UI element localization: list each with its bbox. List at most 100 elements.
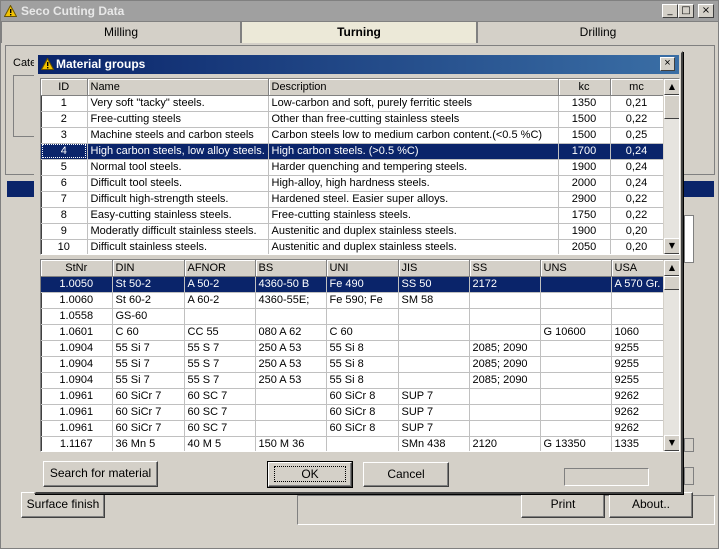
group-cell: 0,21 bbox=[610, 95, 664, 112]
material-cell: 55 Si 7 bbox=[112, 356, 185, 373]
minimize-button[interactable]: _ bbox=[662, 4, 678, 18]
material-row[interactable]: 1.0904 55 Si 7 55 S 7 250 A 53 55 Si 8 2085; … bbox=[41, 372, 664, 389]
about-button[interactable]: About.. bbox=[609, 492, 693, 518]
material-cell bbox=[540, 276, 612, 293]
cancel-button[interactable]: Cancel bbox=[363, 462, 449, 487]
material-row[interactable]: 1.0050 St 50-2 A 50-2 4360-50 B Fe 490 SS 50 2… bbox=[41, 276, 664, 293]
group-cell: Free-cutting steels bbox=[87, 111, 269, 128]
material-cell bbox=[326, 436, 399, 451]
material-cell bbox=[611, 308, 664, 325]
material-cell: Fe 490 bbox=[326, 276, 399, 293]
scroll-up-icon[interactable]: ▲ bbox=[664, 79, 679, 95]
materials-scrollbar[interactable]: ▲ ▼ bbox=[663, 260, 679, 451]
group-row[interactable]: 2 Free-cutting steels Other than free-cutt… bbox=[41, 111, 664, 128]
group-row[interactable]: 7 Difficult high-strength steels. Hardened… bbox=[41, 191, 664, 208]
material-row[interactable]: 1.0601 C 60 CC 55 080 A 62 C 60 G 10600 1060 bbox=[41, 324, 664, 341]
ok-button[interactable]: OK bbox=[267, 461, 353, 488]
material-column-header[interactable]: JIS bbox=[398, 260, 470, 277]
group-row[interactable]: 9 Moderatly difficult stainless steels. Au… bbox=[41, 223, 664, 240]
group-column-header[interactable]: mc bbox=[610, 79, 664, 96]
material-cell bbox=[398, 356, 470, 373]
group-row[interactable]: 10 Difficult stainless steels. Austenitic … bbox=[41, 239, 664, 254]
materials-grid[interactable]: StNr DIN AFNOR BS UNI JIS SS UNS USA 1.0050 St 50… bbox=[40, 259, 680, 452]
close-window-button[interactable]: × bbox=[698, 4, 714, 18]
material-cell: 150 M 36 bbox=[255, 436, 327, 451]
group-cell: Austenitic and duplex stainless steels. bbox=[268, 239, 559, 254]
group-column-header[interactable]: ID bbox=[41, 79, 88, 96]
material-cell: G 10600 bbox=[540, 324, 612, 341]
material-row[interactable]: 1.1167 36 Mn 5 40 M 5 150 M 36 SMn 438 2120 G … bbox=[41, 436, 664, 451]
group-row[interactable]: 5 Normal tool steels. Harder quenching and… bbox=[41, 159, 664, 176]
material-row[interactable]: 1.0904 55 Si 7 55 S 7 250 A 53 55 Si 8 2085; … bbox=[41, 340, 664, 357]
group-cell: Difficult stainless steels. bbox=[87, 239, 269, 254]
material-cell: 9262 bbox=[611, 404, 664, 421]
group-row[interactable]: 4 High carbon steels, low alloy steels. Hi… bbox=[41, 143, 664, 160]
material-row[interactable]: 1.0961 60 SiCr 7 60 SC 7 60 SiCr 8 SUP 7 9262 bbox=[41, 404, 664, 421]
group-cell: 0,24 bbox=[610, 175, 664, 192]
print-button[interactable]: Print bbox=[521, 492, 605, 518]
warning-icon bbox=[41, 58, 54, 70]
scroll-up-icon[interactable]: ▲ bbox=[664, 260, 679, 276]
material-cell: 1.0601 bbox=[41, 324, 113, 341]
material-cell: 250 A 53 bbox=[255, 340, 327, 357]
search-material-button[interactable]: Search for material bbox=[43, 461, 158, 487]
group-cell: 0,22 bbox=[610, 191, 664, 208]
material-cell bbox=[469, 388, 541, 405]
material-cell: 1.0961 bbox=[41, 420, 113, 437]
material-cell bbox=[540, 292, 612, 309]
group-cell: Very soft "tacky" steels. bbox=[87, 95, 269, 112]
material-column-header[interactable]: UNI bbox=[326, 260, 399, 277]
material-cell: 55 S 7 bbox=[184, 356, 256, 373]
groups-scrollbar[interactable]: ▲ ▼ bbox=[663, 79, 679, 254]
material-row[interactable]: 1.0904 55 Si 7 55 S 7 250 A 53 55 Si 8 2085; … bbox=[41, 356, 664, 373]
material-column-header[interactable]: StNr bbox=[41, 260, 113, 277]
material-row[interactable]: 1.0558 GS-60 bbox=[41, 308, 664, 325]
material-cell bbox=[540, 420, 612, 437]
maximize-button[interactable]: □ bbox=[678, 4, 694, 18]
material-groups-grid[interactable]: ID Name Description kc mc 1 Very soft "tacky"… bbox=[40, 78, 680, 255]
group-cell: 8 bbox=[41, 207, 88, 224]
dialog-close-button[interactable]: × bbox=[660, 57, 675, 71]
material-cell: SUP 7 bbox=[398, 404, 470, 421]
material-cell: SM 58 bbox=[398, 292, 470, 309]
material-row[interactable]: 1.0961 60 SiCr 7 60 SC 7 60 SiCr 8 SUP 7 9262 bbox=[41, 420, 664, 437]
background-selection bbox=[7, 181, 37, 197]
material-cell: 2120 bbox=[469, 436, 541, 451]
material-column-header[interactable]: BS bbox=[255, 260, 327, 277]
tab-drilling[interactable]: Drilling bbox=[477, 21, 719, 43]
group-column-header[interactable]: kc bbox=[558, 79, 611, 96]
scroll-thumb[interactable] bbox=[664, 95, 679, 119]
group-cell: High carbon steels. (>0.5 %C) bbox=[268, 143, 559, 160]
material-row[interactable]: 1.0961 60 SiCr 7 60 SC 7 60 SiCr 8 SUP 7 9262 bbox=[41, 388, 664, 405]
material-cell: A 60-2 bbox=[184, 292, 256, 309]
group-row[interactable]: 3 Machine steels and carbon steels Carbon … bbox=[41, 127, 664, 144]
tab-turning[interactable]: Turning bbox=[241, 21, 477, 43]
group-row[interactable]: 8 Easy-cutting stainless steels. Free-cutt… bbox=[41, 207, 664, 224]
material-column-header[interactable]: SS bbox=[469, 260, 541, 277]
material-row[interactable]: 1.0060 St 60-2 A 60-2 4360-55E; Fe 590; Fe SM… bbox=[41, 292, 664, 309]
group-row[interactable]: 1 Very soft "tacky" steels. Low-carbon and… bbox=[41, 95, 664, 112]
group-row[interactable]: 6 Difficult tool steels. High-alloy, high … bbox=[41, 175, 664, 192]
material-cell: 2172 bbox=[469, 276, 541, 293]
tab-milling[interactable]: Milling bbox=[1, 21, 241, 43]
material-cell: 60 SiCr 8 bbox=[326, 404, 399, 421]
scroll-down-icon[interactable]: ▼ bbox=[664, 238, 679, 254]
material-column-header[interactable]: USA bbox=[611, 260, 664, 277]
material-column-header[interactable]: UNS bbox=[540, 260, 612, 277]
surface-finish-button[interactable]: Surface finish bbox=[21, 492, 105, 518]
group-column-header[interactable]: Name bbox=[87, 79, 269, 96]
material-cell: 1335 bbox=[611, 436, 664, 451]
group-cell: 1500 bbox=[558, 127, 611, 144]
material-column-header[interactable]: DIN bbox=[112, 260, 185, 277]
material-cell: A 50-2 bbox=[184, 276, 256, 293]
group-cell: Hardened steel. Easier super alloys. bbox=[268, 191, 559, 208]
background-grid-edge bbox=[684, 215, 694, 263]
material-cell bbox=[398, 340, 470, 357]
material-cell: 55 Si 8 bbox=[326, 340, 399, 357]
scroll-down-icon[interactable]: ▼ bbox=[664, 435, 679, 451]
scroll-thumb[interactable] bbox=[664, 276, 679, 290]
group-column-header[interactable]: Description bbox=[268, 79, 559, 96]
group-cell: 4 bbox=[41, 143, 88, 160]
material-column-header[interactable]: AFNOR bbox=[184, 260, 256, 277]
group-cell: 2900 bbox=[558, 191, 611, 208]
